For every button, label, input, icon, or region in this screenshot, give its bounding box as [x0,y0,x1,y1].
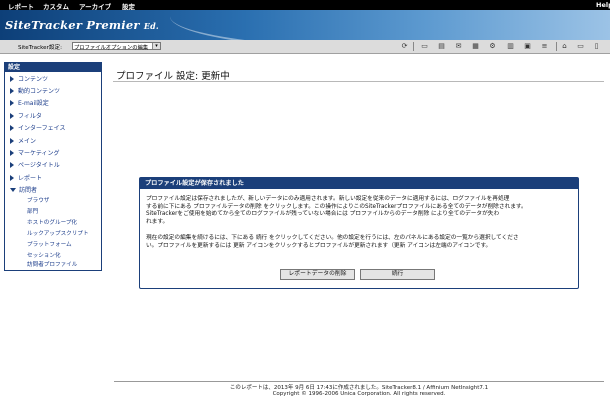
sidebar-subitem-host-grouping[interactable]: ホストのグループ化 [27,218,77,226]
dialog-text-line: れます。 [146,218,169,225]
sidebar-subitem-browser[interactable]: ブラウザ [27,196,49,204]
sidebar-item-label: コンテンツ [18,76,49,83]
page-title: プロファイル 設定: 更新中 [116,71,230,82]
table-icon[interactable]: ▣ [523,42,532,51]
sidebar-subitem-platform[interactable]: プラットフォーム [27,240,72,248]
folder-icon[interactable]: ▭ [576,42,585,51]
expand-arrow-icon [10,175,14,181]
sidebar-subitem-sessionization[interactable]: セッション化 [27,251,61,259]
footer-copyright: Copyright © 1996-2006 Unica Corporation.… [272,391,446,397]
sidebar-item-label: 動的コンテンツ [18,88,61,95]
print-icon[interactable]: ▭ [420,42,429,51]
expand-arrow-icon [10,88,14,94]
expand-arrow-icon [10,125,14,131]
logo-edition: Ed. [143,21,159,31]
dialog-text-line: 現在の設定の編集を続けるには、下にある 続行 をクリックしてください。他の設定を… [146,235,519,241]
sidebar-item-label: E-mail設定 [18,100,49,107]
chart-icon[interactable]: ▥ [506,42,515,51]
expand-arrow-icon [10,76,14,82]
sidebar-item-label: インターフェイス [18,125,66,132]
sidebar-item-dynamic-content[interactable]: 動的コンテンツ [10,86,60,95]
dialog-text-line: SiteTrackerをご使用を始めてから全てのログファイルが残っていない場合に… [146,211,500,218]
logo-main: SiteTracker Premier [5,18,140,32]
home-icon[interactable]: ⌂ [560,42,569,51]
sidebar-subitem-lookup-script[interactable]: ルックアップスクリプト [27,229,89,237]
collapse-arrow-icon [10,188,16,192]
sidebar-item-visitors[interactable]: 訪問者 [10,185,37,194]
dialog-text-line: プロファイル設定は保存されましたが、新しいデータにのみ適用されます。新しい設定を… [146,196,510,202]
expand-arrow-icon [10,100,14,106]
chevron-down-icon[interactable]: ▾ [152,43,160,49]
delete-report-data-button[interactable]: レポートデータの削除 [280,269,355,280]
sidebar-item-filter[interactable]: フィルタ [10,111,42,120]
email-icon[interactable]: ✉ [454,42,463,51]
toolbar-divider [556,42,557,51]
footer-generated: このレポートは、2013年 9月 6日 17:43に作成されました。SiteTr… [229,385,489,391]
bookmark-icon[interactable]: ▯ [592,42,601,51]
sidebar-subitem-visitor-profile[interactable]: 訪問者プロファイル [27,260,77,268]
title-divider [113,81,604,82]
dialog-paragraph-1: プロファイル設定は保存されましたが、新しいデータにのみ適用されます。新しい設定を… [146,196,574,226]
list-icon[interactable]: ≡ [540,42,549,51]
sidebar-item-page-title[interactable]: ページタイトル [10,160,60,169]
calendar-icon[interactable]: ▦ [471,42,480,51]
expand-arrow-icon [10,138,14,144]
dialog-title: プロファイル設定が保存されました [140,178,578,189]
continue-button[interactable]: 続行 [360,269,435,280]
sidebar-item-reports[interactable]: レポート [10,173,42,182]
sidebar-title: 設定 [5,63,101,72]
toolbar-divider [413,42,414,51]
sidebar-item-marketing[interactable]: マーケティング [10,148,60,157]
sidebar-item-label: レポート [18,175,43,182]
settings-icon[interactable]: ⚙ [488,42,497,51]
export-icon[interactable]: ▤ [437,42,446,51]
expand-arrow-icon [10,150,14,156]
toolbar: SiteTracker設定: プロファイルオプションの編集 ▾ ⟳ ▭ ▤ ✉ … [0,40,610,54]
expand-arrow-icon [10,113,14,119]
toolbar-label: SiteTracker設定: [18,45,62,51]
sidebar-item-interface[interactable]: インターフェイス [10,123,65,132]
sidebar-item-label: マーケティング [18,150,60,157]
banner-swoosh [170,10,610,40]
sidebar-item-email[interactable]: E-mail設定 [10,98,49,107]
sidebar-item-label: フィルタ [18,113,42,120]
settings-select[interactable]: プロファイルオプションの編集 ▾ [72,42,161,51]
sidebar-item-content[interactable]: コンテンツ [10,74,48,83]
expand-arrow-icon [10,162,14,168]
sidebar-subitem-department[interactable]: 部門 [27,207,38,215]
sidebar-item-main[interactable]: メイン [10,136,36,145]
help-link[interactable]: Help [596,1,610,9]
sidebar-item-label: メイン [18,138,37,145]
top-nav-bar: レポート カスタム アーカイブ 設定 Help [0,0,610,11]
app-logo: SiteTracker Premier Ed. [5,18,159,32]
dialog-paragraph-2: 現在の設定の編集を続けるには、下にある 続行 をクリックしてください。他の設定を… [146,235,574,250]
saved-dialog: プロファイル設定が保存されました プロファイル設定は保存されましたが、新しいデー… [139,177,579,289]
refresh-icon[interactable]: ⟳ [400,42,409,51]
sidebar-item-label: 訪問者 [19,187,38,194]
sidebar-item-label: ページタイトル [18,162,60,169]
settings-select-value: プロファイルオプションの編集 [74,45,149,51]
footer-divider [114,381,604,382]
dialog-text-line: い。プロファイルを更新するには 更新 アイコンをクリックするとプロファイルが更新… [146,242,492,249]
